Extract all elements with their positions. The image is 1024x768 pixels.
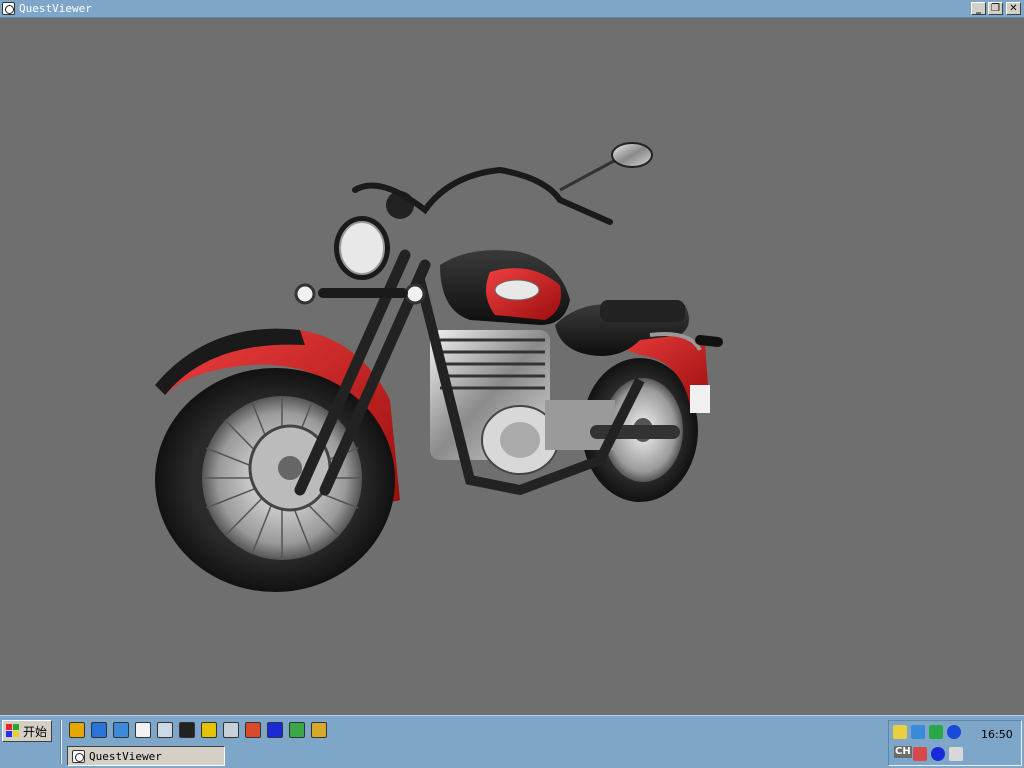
system-tray: 16:50 CH	[888, 720, 1022, 766]
task-button-label: QuestViewer	[89, 749, 162, 763]
media-player-icon[interactable]	[69, 722, 85, 738]
headlight	[294, 191, 426, 305]
minimize-button[interactable]: _	[971, 2, 986, 15]
internet-explorer-icon[interactable]	[91, 722, 107, 738]
mirror	[611, 142, 653, 168]
desktop-icon[interactable]	[157, 722, 173, 738]
taskbar: 开始 QuestViewer 16:50 CH	[0, 715, 1024, 768]
clock[interactable]: 16:50	[981, 728, 1013, 741]
paint-icon[interactable]	[201, 722, 217, 738]
app-icon[interactable]	[2, 2, 15, 15]
start-label: 开始	[23, 724, 48, 739]
rear-light	[690, 385, 710, 413]
eye-icon[interactable]	[931, 747, 945, 761]
movie-icon[interactable]	[289, 722, 305, 738]
windows-logo-icon	[6, 724, 20, 738]
volume-icon[interactable]	[893, 725, 907, 739]
outlook-express-icon[interactable]	[113, 722, 129, 738]
3d-viewport[interactable]	[0, 18, 1024, 715]
start-button[interactable]: 开始	[2, 720, 52, 742]
wrench-icon[interactable]	[949, 747, 963, 761]
motorcycle-model	[155, 142, 723, 592]
grid-icon[interactable]	[311, 722, 327, 738]
title-bar[interactable]: QuestViewer _ ❐ ✕	[0, 0, 1024, 18]
taskbar-separator	[60, 720, 62, 764]
network-icon[interactable]	[911, 725, 925, 739]
close-button[interactable]: ✕	[1006, 2, 1021, 15]
computer-icon[interactable]	[223, 722, 239, 738]
task-button-questviewer[interactable]: QuestViewer	[67, 746, 225, 766]
questviewer-icon	[72, 749, 85, 763]
antivirus-icon[interactable]	[947, 725, 961, 739]
shield-icon[interactable]	[913, 747, 927, 761]
notepad-icon[interactable]	[135, 722, 151, 738]
eye-icon[interactable]	[267, 722, 283, 738]
fuel-tank	[440, 250, 570, 325]
restore-button[interactable]: ❐	[988, 2, 1003, 15]
tool-icon[interactable]	[245, 722, 261, 738]
browser-icon[interactable]	[179, 722, 195, 738]
input-method-indicator[interactable]: CH	[894, 746, 912, 758]
messenger-icon[interactable]	[929, 725, 943, 739]
window-title: QuestViewer	[19, 2, 92, 15]
